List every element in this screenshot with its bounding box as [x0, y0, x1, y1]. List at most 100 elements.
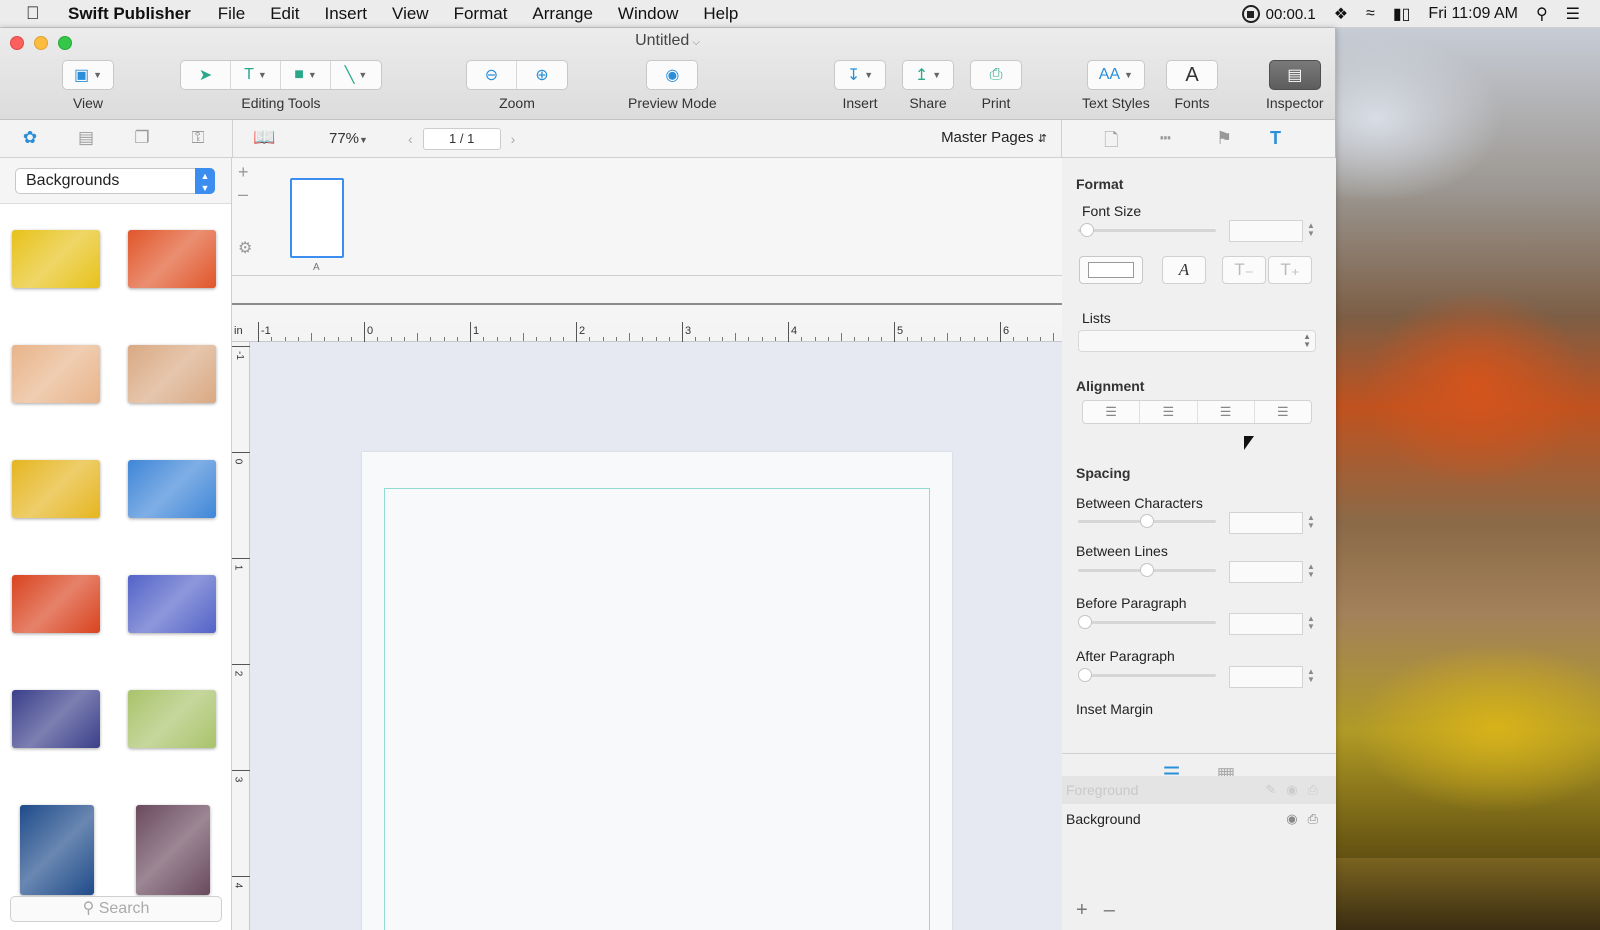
lists-dropdown[interactable]: ▲ ▼ — [1078, 330, 1316, 352]
between-lines-slider[interactable] — [1078, 563, 1216, 577]
battery-icon[interactable]: ▮▯ — [1393, 4, 1411, 24]
menu-view[interactable]: View — [392, 4, 429, 24]
zoom-in-button[interactable]: ⊕ — [517, 61, 567, 89]
images-tab-icon[interactable]: ▤ — [74, 128, 98, 150]
clipart-tab-icon[interactable]: ⚿ — [186, 128, 210, 150]
print-button[interactable]: ⎙ — [970, 60, 1022, 90]
add-layer-icon[interactable]: + — [1076, 899, 1088, 922]
align-center-button[interactable]: ☰ — [1140, 401, 1198, 423]
share-button[interactable]: ↥ ▼ — [902, 60, 954, 90]
font-size-field[interactable] — [1229, 220, 1303, 242]
slider-knob[interactable] — [1078, 668, 1092, 682]
subscript-button[interactable]: T₋ — [1222, 256, 1266, 284]
pencil-icon[interactable]: ✎ — [1265, 782, 1286, 797]
thumbnail-dark-pink-texture[interactable] — [136, 805, 210, 895]
text-styles-button[interactable]: AА ▼ — [1086, 60, 1145, 90]
slider-knob[interactable] — [1078, 615, 1092, 629]
printer-icon[interactable]: ⎙ — [1308, 811, 1328, 826]
align-right-button[interactable]: ☰ — [1198, 401, 1255, 423]
text-effects-button[interactable]: A — [1162, 256, 1206, 284]
align-left-button[interactable]: ☰ — [1083, 401, 1141, 423]
document-canvas[interactable] — [250, 342, 1062, 930]
category-dropdown[interactable]: Backgrounds ▲ ▼ — [15, 168, 215, 194]
shapes-tab-icon[interactable]: ❐ — [130, 128, 154, 150]
layer-row-foreground[interactable]: Foreground ✎◉⎙ — [1062, 776, 1336, 804]
document-inspector-icon[interactable]: 🗋 — [1104, 128, 1118, 158]
layer-row-background[interactable]: Background ◉⎙ — [1062, 805, 1336, 833]
wifi-icon[interactable]: ≈ — [1366, 5, 1375, 23]
after-paragraph-stepper[interactable]: ▲ ▼ — [1306, 668, 1316, 684]
library-search-field[interactable]: ⚲ Search — [10, 896, 222, 922]
between-characters-stepper[interactable]: ▲ ▼ — [1306, 514, 1316, 530]
thumbnail-red-texture[interactable] — [12, 575, 100, 633]
fonts-button[interactable]: A — [1166, 60, 1218, 90]
shape-tool-button[interactable]: ■ ▼ — [281, 61, 331, 89]
eye-icon[interactable]: ◉ — [1286, 811, 1307, 826]
menu-help[interactable]: Help — [703, 4, 738, 24]
thumbnail-wood-texture[interactable] — [128, 345, 216, 403]
font-size-slider[interactable] — [1078, 223, 1216, 237]
page-number-field[interactable]: 1 / 1 — [422, 128, 501, 150]
line-tool-button[interactable]: ╲ ▼ — [331, 61, 381, 89]
between-characters-slider[interactable] — [1078, 514, 1216, 528]
menu-window[interactable]: Window — [618, 4, 678, 24]
remove-page-icon[interactable]: – — [238, 184, 248, 205]
document-title[interactable]: Untitled ⌵ — [0, 32, 1335, 50]
notification-center-icon[interactable]: ☰ — [1566, 4, 1580, 24]
spotlight-search-icon[interactable]: ⚲ — [1536, 4, 1548, 24]
before-paragraph-stepper[interactable]: ▲ ▼ — [1306, 615, 1316, 631]
text-tool-button[interactable]: T ▼ — [231, 61, 281, 89]
zoom-out-button[interactable]: ⊖ — [467, 61, 517, 89]
slider-knob[interactable] — [1080, 223, 1094, 237]
inspector-button[interactable]: ▤ — [1268, 60, 1321, 90]
after-paragraph-slider[interactable] — [1078, 668, 1216, 682]
thumbnail-dark-blue-texture[interactable] — [20, 805, 94, 895]
text-inspector-icon[interactable]: T — [1270, 128, 1281, 149]
thumbnail-green-texture[interactable] — [128, 690, 216, 748]
clock[interactable]: Fri 11:09 AM — [1428, 5, 1518, 23]
align-justify-button[interactable]: ☰ — [1255, 401, 1311, 423]
slider-knob[interactable] — [1140, 514, 1154, 528]
menu-arrange[interactable]: Arrange — [532, 4, 592, 24]
thumbnail-dots-texture[interactable] — [12, 345, 100, 403]
printer-icon[interactable]: ⎙ — [1308, 782, 1328, 797]
screen-recording-indicator[interactable]: 00:00.1 — [1241, 5, 1316, 23]
menu-insert[interactable]: Insert — [325, 4, 368, 24]
menu-file[interactable]: File — [218, 4, 245, 24]
thumbnail-yellow-texture[interactable] — [12, 230, 100, 288]
remove-layer-icon[interactable]: – — [1104, 899, 1115, 922]
eye-icon[interactable]: ◉ — [1286, 782, 1307, 797]
between-lines-stepper[interactable]: ▲ ▼ — [1306, 563, 1316, 579]
dropbox-icon[interactable]: ❖ — [1334, 4, 1348, 24]
strip-divider[interactable] — [232, 303, 1062, 305]
before-paragraph-slider[interactable] — [1078, 615, 1216, 629]
superscript-button[interactable]: T₊ — [1268, 256, 1312, 284]
previous-page-icon[interactable]: ‹ — [408, 131, 413, 147]
menu-edit[interactable]: Edit — [270, 4, 299, 24]
after-paragraph-field[interactable] — [1229, 666, 1303, 688]
style-inspector-icon[interactable]: ⚑ — [1216, 128, 1232, 149]
next-page-icon[interactable]: › — [511, 131, 516, 147]
apple-menu-icon[interactable]:  — [26, 3, 48, 24]
select-tool-button[interactable]: ➤ — [181, 61, 231, 89]
font-size-stepper[interactable]: ▲ ▼ — [1306, 222, 1316, 238]
text-color-well[interactable] — [1079, 256, 1143, 284]
preview-mode-button[interactable]: ◉ — [646, 60, 699, 90]
thumbnail-blue-texture[interactable] — [128, 460, 216, 518]
thumbnail-yellow-blue-texture[interactable] — [12, 460, 100, 518]
master-pages-popup[interactable]: Master Pages ⇵ — [941, 129, 1047, 146]
between-lines-field[interactable] — [1229, 561, 1303, 583]
page-thumbnail[interactable] — [290, 178, 344, 258]
thumbnail-blue-purple-texture[interactable] — [128, 575, 216, 633]
thumbnail-navy-floral-texture[interactable] — [12, 690, 100, 748]
app-menu[interactable]: Swift Publisher — [68, 4, 191, 24]
thumbnail-orange-red-texture[interactable] — [128, 230, 216, 288]
before-paragraph-field[interactable] — [1229, 613, 1303, 635]
slider-knob[interactable] — [1140, 563, 1154, 577]
gear-icon[interactable]: ⚙ — [238, 238, 252, 258]
document-page[interactable] — [362, 452, 952, 930]
between-characters-field[interactable] — [1229, 512, 1303, 534]
templates-tab-icon[interactable]: ✿ — [18, 128, 42, 150]
zoom-level-dropdown[interactable]: 77%▼ — [329, 130, 368, 147]
add-page-icon[interactable]: + — [238, 162, 249, 183]
